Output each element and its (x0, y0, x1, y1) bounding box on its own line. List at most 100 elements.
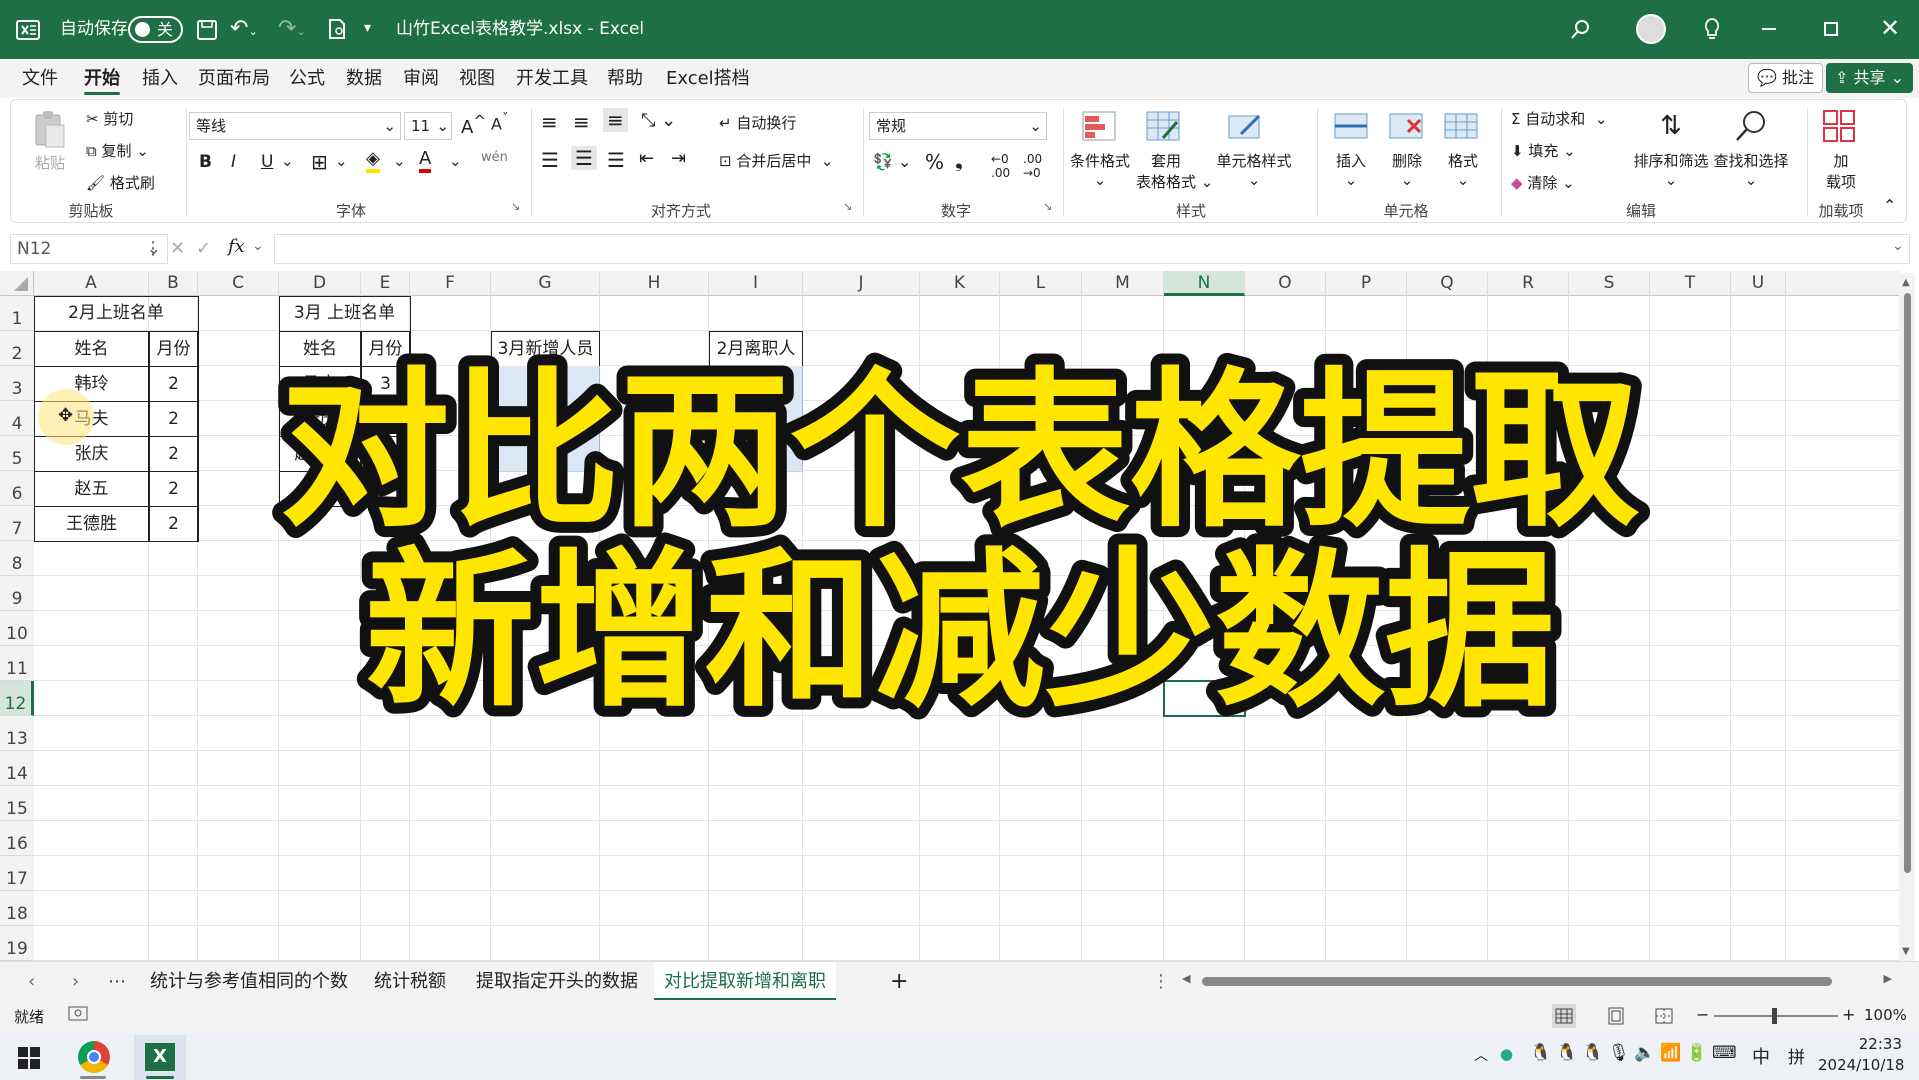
feb-cell-name[interactable]: 张庆 (34, 436, 149, 472)
more-tabs-icon[interactable]: ⋯ (108, 962, 126, 1001)
font-color-icon[interactable]: A (419, 148, 432, 173)
row-header-5[interactable]: 5 (0, 436, 34, 471)
mar-cell-name[interactable]: 张庆 (279, 401, 361, 437)
ime-pinyin[interactable]: 拼 (1788, 1043, 1805, 1068)
minimize-icon[interactable] (1762, 28, 1776, 30)
new-staff-result-cell[interactable] (491, 401, 600, 437)
format-painter-button[interactable]: 🖌 格式刷 (86, 172, 155, 193)
feb-cell-name[interactable]: 马夫 (34, 401, 149, 437)
mar-cell-name[interactable]: 赵康一 (279, 436, 361, 472)
column-header-e[interactable]: E (361, 271, 410, 296)
lightbulb-icon[interactable] (1702, 17, 1722, 41)
row-header-7[interactable]: 7 (0, 506, 34, 541)
addins-button[interactable]: 加载项 (1819, 150, 1863, 192)
column-header-o[interactable]: O (1245, 271, 1326, 296)
horizontal-scrollbar[interactable]: ◀ ▶ (1182, 972, 1892, 988)
row-header-2[interactable]: 2 (0, 331, 34, 366)
collapse-ribbon-icon[interactable]: ⌃ (1883, 196, 1896, 215)
qq-icon[interactable]: 🐧 (1530, 1043, 1551, 1063)
microphone-icon[interactable]: 🎙 (1608, 1043, 1630, 1063)
accessibility-icon[interactable] (68, 1005, 88, 1027)
tab-splitter-icon[interactable]: ⋮ (1152, 962, 1170, 1001)
column-header-j[interactable]: J (803, 271, 920, 296)
row-header-18[interactable]: 18 (0, 891, 34, 926)
column-header-p[interactable]: P (1326, 271, 1407, 296)
percent-icon[interactable]: % (925, 150, 944, 174)
row-header-8[interactable]: 8 (0, 541, 34, 576)
copy-button[interactable]: ⧉ 复制 ⌄ (86, 140, 149, 161)
feb-header-month[interactable]: 月份 (149, 331, 198, 367)
left-staff-result-cell[interactable] (709, 401, 803, 437)
page-layout-view-icon[interactable] (1604, 1004, 1628, 1028)
windows-start-icon[interactable] (18, 1047, 40, 1074)
insert-cells-icon[interactable] (1331, 108, 1371, 144)
menu-view[interactable]: 视图 (459, 59, 495, 98)
format-as-table-button[interactable]: 套用 表格格式 ⌄ (1136, 150, 1213, 192)
keyboard-icon[interactable]: ⌨ (1712, 1043, 1737, 1063)
conditional-formatting-icon[interactable] (1079, 108, 1119, 144)
feb-cell-name[interactable]: 赵五 (34, 471, 149, 507)
mar-cell-month[interactable]: 3 (361, 471, 410, 507)
worksheet-grid[interactable]: ABCDEFGHIJKLMNOPQRSTU 1 2 3 4 5 6 7 8 9 10 11 12 13 1… (0, 271, 1919, 961)
column-header-b[interactable]: B (149, 271, 198, 296)
avatar[interactable] (1636, 14, 1666, 44)
column-header-u[interactable]: U (1731, 271, 1786, 296)
paste-icon[interactable] (31, 108, 67, 150)
autosave-toggle[interactable]: 关 (128, 16, 183, 43)
decrease-indent-icon[interactable]: ⇤ (639, 148, 654, 169)
chrome-icon[interactable] (78, 1041, 110, 1073)
expand-formula-icon[interactable]: ⌄ (1892, 238, 1904, 254)
format-cells-icon[interactable] (1441, 108, 1481, 144)
sort-filter-icon[interactable]: ⇅ (1651, 106, 1691, 146)
italic-button[interactable]: I (231, 152, 236, 172)
new-staff-result-cell[interactable] (491, 366, 600, 402)
menu-developer[interactable]: 开发工具 (516, 59, 588, 98)
share-button[interactable]: ⇪ 共享 ⌄ (1826, 63, 1914, 93)
menu-formulas[interactable]: 公式 (289, 59, 325, 98)
undo-icon[interactable]: ↶⌄ (230, 16, 266, 42)
zoom-out-icon[interactable]: − (1696, 1005, 1709, 1024)
column-header-i[interactable]: I (709, 271, 803, 296)
phonetic-icon[interactable]: wén (481, 150, 508, 165)
zoom-level[interactable]: 100% (1864, 1006, 1907, 1024)
column-header-h[interactable]: H (600, 271, 709, 296)
mar-cell-month[interactable]: 3 (361, 366, 410, 402)
new-staff-result-cell[interactable] (491, 436, 600, 472)
search-icon[interactable] (1570, 18, 1592, 40)
clock-date[interactable]: 2024/10/18 (1818, 1056, 1904, 1074)
zoom-in-icon[interactable]: + (1842, 1005, 1855, 1024)
column-header-l[interactable]: L (1000, 271, 1082, 296)
menu-review[interactable]: 审阅 (403, 59, 439, 98)
number-dialog-launcher-icon[interactable]: ↘ (1043, 200, 1052, 213)
wrap-text-button[interactable]: ↵ 自动换行 (719, 112, 796, 133)
row-header-16[interactable]: 16 (0, 821, 34, 856)
tab-scroll-left-icon[interactable]: ‹ (28, 962, 35, 1001)
qq-icon-2[interactable]: 🐧 (1556, 1043, 1577, 1063)
bold-button[interactable]: B (199, 152, 212, 172)
orientation-icon[interactable]: ⤡ ⌄ (641, 110, 676, 131)
column-header-q[interactable]: Q (1407, 271, 1488, 296)
close-icon[interactable]: ✕ (1880, 16, 1900, 40)
mar-cell-month[interactable]: 3 (361, 401, 410, 437)
menu-excel-partner[interactable]: Excel搭档 (666, 59, 750, 98)
mar-table-title[interactable]: 3月 上班名单 (279, 296, 410, 332)
row-header-14[interactable]: 14 (0, 751, 34, 786)
find-select-icon[interactable] (1731, 106, 1771, 146)
number-format-dropdown[interactable]: 常规 ⌄ (869, 112, 1047, 140)
column-header-m[interactable]: M (1082, 271, 1164, 296)
feb-cell-month[interactable]: 2 (149, 471, 198, 507)
align-center-icon[interactable]: ☰ (571, 146, 597, 170)
row-header-9[interactable]: 9 (0, 576, 34, 611)
increase-decimal-icon[interactable]: ←0.00 (991, 152, 1010, 180)
row-header-1[interactable]: 1 (0, 296, 34, 331)
column-header-r[interactable]: R (1488, 271, 1569, 296)
menu-data[interactable]: 数据 (346, 59, 382, 98)
customize-toolbar-icon[interactable]: ▾ (364, 20, 371, 36)
font-shrink-icon[interactable]: Aˇ (491, 112, 509, 133)
normal-view-icon[interactable] (1552, 1004, 1576, 1028)
column-header-f[interactable]: F (410, 271, 491, 296)
row-header-6[interactable]: 6 (0, 471, 34, 506)
wifi-icon[interactable]: 📶 (1660, 1043, 1681, 1063)
column-header-n[interactable]: N (1164, 271, 1245, 296)
cancel-formula-icon[interactable]: ✕ (170, 238, 185, 259)
